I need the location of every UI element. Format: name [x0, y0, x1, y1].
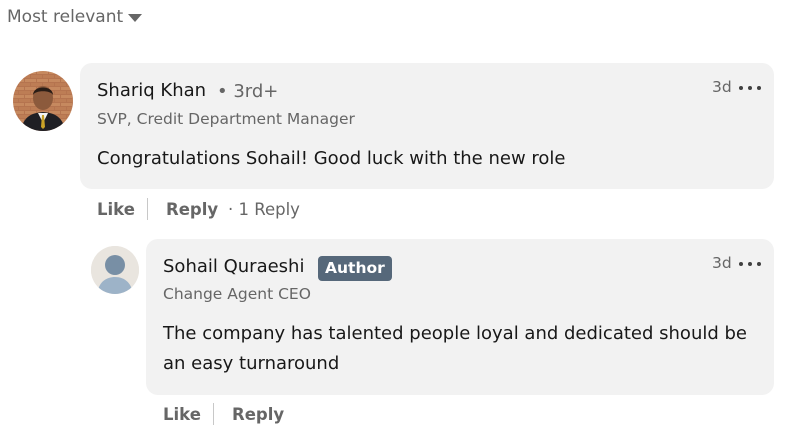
sort-dropdown[interactable]: Most relevant	[7, 7, 143, 27]
comment-timestamp: 3d	[712, 78, 732, 96]
caret-down-icon	[128, 14, 143, 22]
sort-label: Most relevant	[7, 7, 124, 27]
reply-button[interactable]: Reply	[166, 200, 218, 219]
comment-text: Congratulations Sohail! Good luck with t…	[97, 148, 566, 169]
avatar[interactable]	[91, 246, 139, 294]
action-divider	[213, 403, 214, 425]
comment-text: The company has talented people loyal an…	[163, 323, 747, 374]
comment-author-name[interactable]: Sohail Quraeshi	[163, 256, 304, 277]
comments-section: Most relevant Shariq Khan • 3rd+ SVP, Cr…	[0, 0, 788, 427]
more-options-icon[interactable]	[739, 81, 761, 95]
author-headline: SVP, Credit Department Manager	[97, 110, 355, 128]
comment-timestamp: 3d	[712, 254, 732, 272]
author-headline: Change Agent CEO	[163, 285, 311, 303]
replies-count-link[interactable]: · 1 Reply	[228, 200, 300, 219]
action-divider	[147, 198, 148, 220]
person-photo-icon	[13, 71, 73, 131]
reply-button[interactable]: Reply	[232, 405, 284, 424]
more-options-icon[interactable]	[739, 257, 761, 271]
comment-author-name[interactable]: Shariq Khan	[97, 80, 206, 101]
connection-degree: • 3rd+	[217, 81, 279, 102]
default-avatar-icon	[91, 246, 139, 294]
like-button[interactable]: Like	[163, 405, 201, 424]
author-badge: Author	[318, 256, 392, 281]
like-button[interactable]: Like	[97, 200, 135, 219]
avatar[interactable]	[13, 71, 73, 131]
